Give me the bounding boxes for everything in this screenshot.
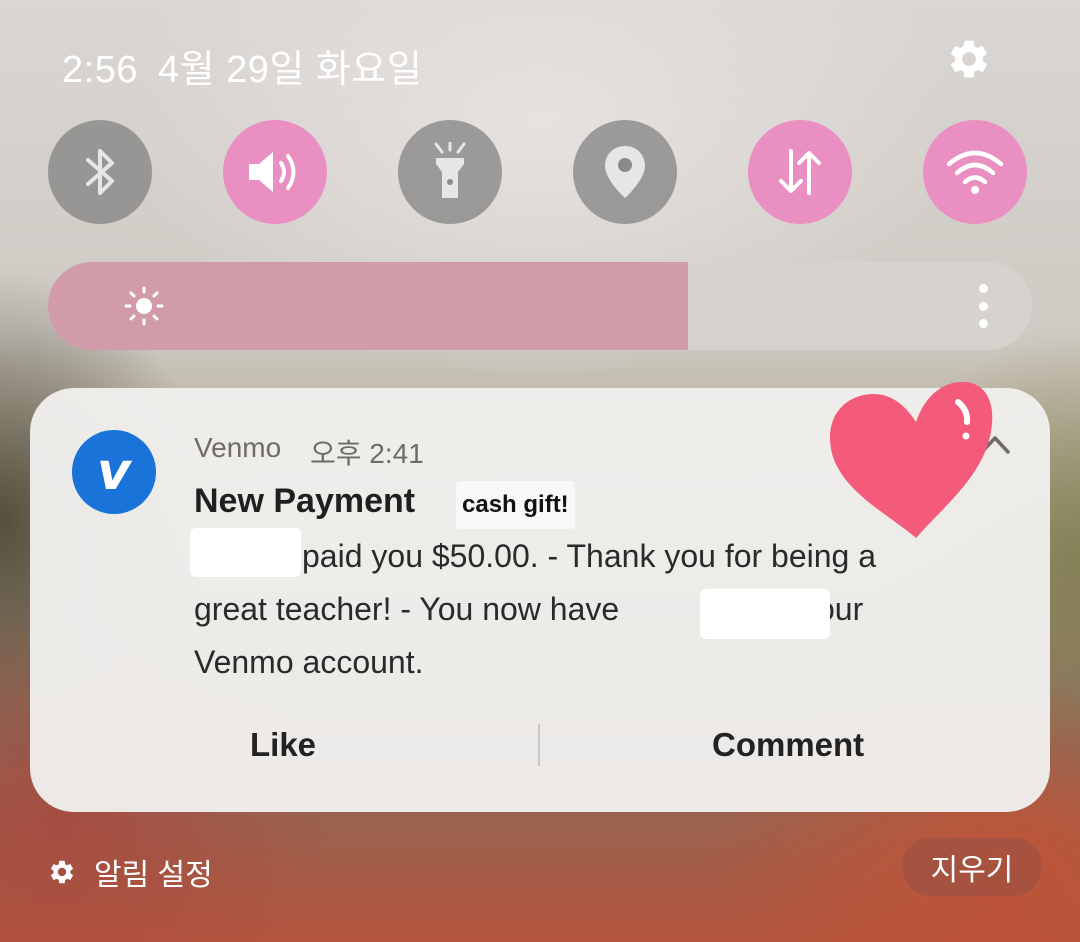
toggle-wifi[interactable] <box>923 120 1027 224</box>
mobile-data-icon <box>779 149 821 195</box>
toggle-flashlight[interactable] <box>398 120 502 224</box>
brightness-slider[interactable] <box>48 262 1032 350</box>
notification-body-line-1: paid you $50.00. - Thank you for being a <box>194 538 984 575</box>
date: 4월 29일 화요일 <box>157 49 423 91</box>
settings-button[interactable] <box>944 34 994 84</box>
notification-settings-label: 알림 설정 <box>94 859 213 892</box>
notification-title: New Payment <box>194 482 416 520</box>
wifi-icon <box>946 150 1004 194</box>
notification-app-name: Venmo <box>194 432 282 463</box>
gear-icon <box>950 40 987 78</box>
toggle-sound[interactable] <box>223 120 327 224</box>
venmo-logo-icon: v <box>72 430 156 514</box>
heart-sticker-icon <box>830 381 993 538</box>
clear-button[interactable]: 지우기 <box>902 838 1042 896</box>
redacted-sender-name <box>190 528 301 577</box>
comment-button[interactable]: Comment <box>712 726 864 764</box>
status-header: 2:56 4월 29일 화요일 <box>62 38 442 93</box>
gear-icon <box>51 860 73 884</box>
cash-gift-sticker: cash gift! <box>456 481 575 529</box>
flashlight-icon <box>434 142 466 198</box>
notification-settings-link[interactable]: 알림 설정 <box>48 850 213 894</box>
redacted-balance <box>700 589 830 639</box>
notification-body-line-3: Venmo account. <box>194 644 424 680</box>
toggle-location[interactable] <box>573 120 677 224</box>
action-divider <box>538 724 540 766</box>
brightness-more-icon[interactable] <box>968 284 998 328</box>
sound-icon <box>249 152 296 192</box>
location-icon <box>605 146 645 198</box>
body-line-1-text: paid you $50.00. - Thank you for being a <box>302 538 877 574</box>
notification-time: 오후 2:41 <box>310 438 424 469</box>
bluetooth-icon <box>86 149 114 195</box>
clock: 2:56 <box>62 49 138 91</box>
body-line-2a-text: great teacher! - You now have <box>194 591 620 627</box>
like-button[interactable]: Like <box>250 726 316 764</box>
notification-body-line-2: great teacher! - You now havein your <box>194 591 984 628</box>
sun-icon <box>124 286 164 326</box>
toggle-bluetooth[interactable] <box>48 120 152 224</box>
toggle-mobile-data[interactable] <box>748 120 852 224</box>
